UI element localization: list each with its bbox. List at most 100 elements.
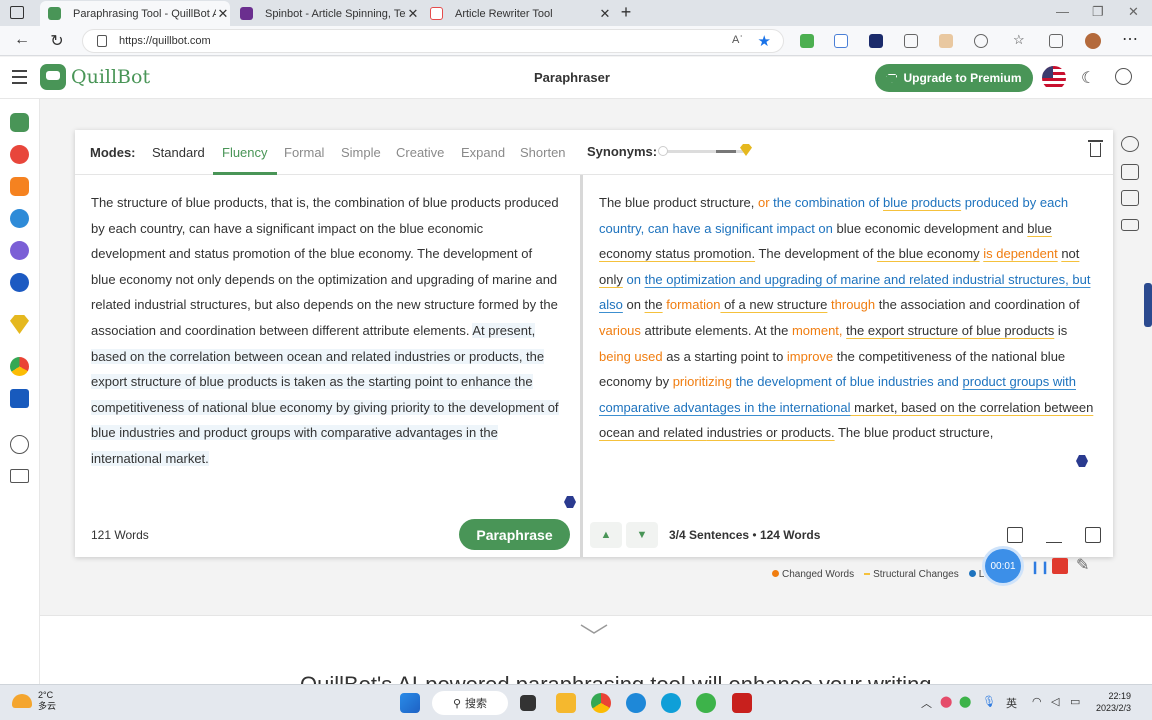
output-segment[interactable]: the development of blue industries and <box>736 374 959 389</box>
task-view-icon[interactable] <box>520 695 536 711</box>
output-segment[interactable]: or <box>758 195 770 210</box>
output-segment[interactable]: the export structure of blue products <box>846 323 1054 338</box>
assistant-hex-icon[interactable] <box>564 496 576 508</box>
output-segment[interactable]: industries or products. <box>707 425 835 440</box>
dark-mode-moon-icon[interactable]: ☾ <box>1081 68 1095 88</box>
slider-handle[interactable] <box>658 146 668 156</box>
pdf-reader-icon[interactable] <box>732 693 752 713</box>
profile-avatar[interactable] <box>1085 33 1101 49</box>
paraphraser-tool-icon[interactable] <box>10 113 29 132</box>
word-addin-icon[interactable] <box>10 389 29 408</box>
extension-icon[interactable] <box>904 34 918 48</box>
input-textarea[interactable]: The structure of blue products, that is,… <box>91 190 559 472</box>
wifi-icon[interactable]: ◠ <box>1032 695 1042 708</box>
extension-icon[interactable] <box>939 34 953 48</box>
mode-expand[interactable]: Expand <box>461 145 505 160</box>
output-segment[interactable]: through <box>831 297 875 312</box>
output-segment[interactable]: is dependent <box>983 246 1057 261</box>
output-segment[interactable]: prioritizing <box>673 374 732 389</box>
tray-wechat-icon[interactable]: ⬤ <box>959 695 971 708</box>
output-segment[interactable]: on <box>626 272 640 287</box>
output-segment[interactable]: of a new structure <box>720 297 827 312</box>
download-icon[interactable] <box>1046 527 1062 543</box>
extension-icon[interactable] <box>869 34 883 48</box>
windows-start-icon[interactable] <box>400 693 420 713</box>
pause-icon[interactable]: ❙❙ <box>1030 560 1050 574</box>
close-tab-icon[interactable]: ✕ <box>406 6 420 22</box>
extensions-puzzle-icon[interactable] <box>974 34 988 48</box>
assistant-hex-icon[interactable] <box>1076 455 1088 467</box>
minimize-icon[interactable]: — <box>1056 4 1069 19</box>
feedback-comment-icon[interactable] <box>1121 190 1139 206</box>
window-menu-icon[interactable] <box>10 6 24 19</box>
favorite-star-icon[interactable]: ★ <box>758 32 771 50</box>
delete-trash-icon[interactable] <box>1088 140 1103 157</box>
mode-formal[interactable]: Formal <box>284 145 324 160</box>
user-account-icon[interactable] <box>1115 68 1132 85</box>
weather-widget[interactable]: 2°C 多云 <box>12 690 56 712</box>
co-writer-icon[interactable] <box>10 209 29 228</box>
tray-overflow-icon[interactable]: ︿ <box>921 695 932 711</box>
hierarchy-icon[interactable] <box>1121 164 1139 180</box>
new-tab-icon[interactable]: + <box>616 2 636 23</box>
mode-creative[interactable]: Creative <box>396 145 444 160</box>
mode-fluency[interactable]: Fluency <box>222 145 268 160</box>
battery-icon[interactable]: ▭ <box>1070 695 1080 708</box>
close-window-icon[interactable]: ✕ <box>1128 4 1139 20</box>
more-menu-icon[interactable]: ⋯ <box>1120 29 1140 49</box>
us-flag-icon[interactable] <box>1042 66 1066 90</box>
file-explorer-icon[interactable] <box>556 693 576 713</box>
extension-icon[interactable] <box>834 34 848 48</box>
scrollbar-thumb[interactable] <box>1144 283 1152 327</box>
output-text[interactable]: The blue product structure, or the combi… <box>599 190 1099 446</box>
hamburger-menu-icon[interactable] <box>12 70 27 88</box>
mode-simple[interactable]: Simple <box>341 145 381 160</box>
output-segment[interactable]: the blue economy <box>877 246 980 261</box>
output-segment[interactable]: formation <box>666 297 720 312</box>
volume-icon[interactable]: ◁ <box>1051 695 1059 708</box>
pane-divider[interactable] <box>580 175 583 557</box>
grammar-checker-icon[interactable] <box>10 145 29 164</box>
settings-gear-icon[interactable] <box>1121 136 1139 152</box>
close-tab-icon[interactable]: ✕ <box>216 6 230 22</box>
previous-sentence-button[interactable]: ▲ <box>590 522 622 548</box>
paraphrase-button[interactable]: Paraphrase <box>459 519 570 550</box>
input-method-indicator[interactable]: 英 <box>1006 695 1017 711</box>
close-tab-icon[interactable]: ✕ <box>598 6 612 22</box>
next-sentence-button[interactable]: ▼ <box>626 522 658 548</box>
tray-app-icon[interactable]: ⬤ <box>940 695 952 708</box>
keyboard-icon[interactable] <box>1121 219 1139 231</box>
back-icon[interactable]: ← <box>12 31 32 49</box>
summarizer-icon[interactable] <box>10 241 29 260</box>
output-segment[interactable]: moment, <box>792 323 843 338</box>
stop-recording-icon[interactable] <box>1052 558 1068 574</box>
collections-icon[interactable] <box>1049 34 1063 48</box>
tab-quillbot[interactable]: Paraphrasing Tool - QuillBot AI ✕ <box>40 1 230 26</box>
tab-article-rewriter[interactable]: Article Rewriter Tool ✕ <box>422 1 612 26</box>
output-segment[interactable]: blue products <box>883 195 961 210</box>
pen-annotate-icon[interactable]: ✎ <box>1076 555 1089 575</box>
premium-diamond-icon[interactable] <box>10 315 29 334</box>
url-text[interactable]: https://quillbot.com <box>119 35 211 47</box>
output-segment[interactable]: improve <box>787 349 833 364</box>
help-icon[interactable] <box>10 435 29 454</box>
edge-icon[interactable] <box>626 693 646 713</box>
read-aloud-icon[interactable]: Aʾ <box>732 34 743 46</box>
copy-icon[interactable] <box>1085 527 1101 543</box>
maximize-icon[interactable]: ❐ <box>1092 4 1104 20</box>
upgrade-premium-button[interactable]: Upgrade to Premium <box>875 64 1033 92</box>
url-bar[interactable]: https://quillbot.com Aʾ ★ <box>82 29 784 53</box>
chrome-extension-icon[interactable] <box>10 357 29 376</box>
mode-shorten[interactable]: Shorten <box>520 145 566 160</box>
chevron-down-icon[interactable] <box>580 624 608 634</box>
plagiarism-checker-icon[interactable] <box>10 177 29 196</box>
output-segment[interactable]: the combination of <box>773 195 879 210</box>
wechat-icon[interactable] <box>696 693 716 713</box>
synonyms-slider[interactable] <box>658 144 752 156</box>
output-segment[interactable]: being used <box>599 349 663 364</box>
system-clock[interactable]: 22:19 2023/2/3 <box>1096 690 1131 714</box>
mode-standard[interactable]: Standard <box>152 145 205 160</box>
favorites-icon[interactable]: ☆ <box>1013 32 1027 47</box>
mail-icon[interactable] <box>10 469 29 483</box>
output-segment[interactable]: various <box>599 323 641 338</box>
